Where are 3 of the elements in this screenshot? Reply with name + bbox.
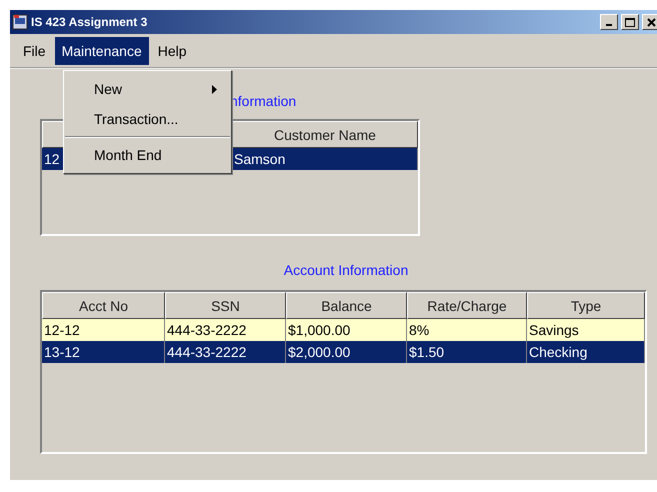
section-title: nformation	[229, 93, 296, 111]
window-title: IS 423 Assignment 3	[31, 15, 148, 29]
section-title: Account Information	[284, 262, 408, 280]
